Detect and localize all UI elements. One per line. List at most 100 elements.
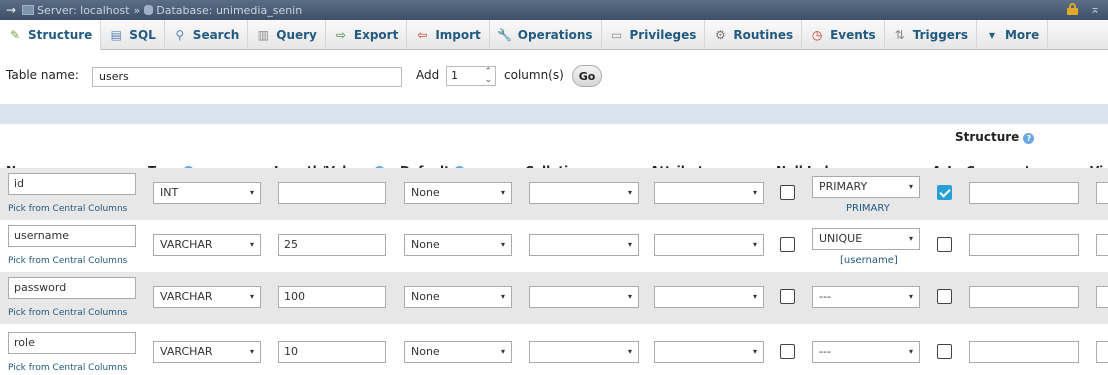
tab-sql[interactable]: ▤ SQL xyxy=(101,20,165,50)
type-select[interactable]: VARCHAR ▾ xyxy=(153,341,261,363)
auto-increment-checkbox[interactable] xyxy=(937,237,952,252)
arrow-icon[interactable]: → xyxy=(6,3,16,17)
lock-icon[interactable] xyxy=(1067,3,1078,15)
null-checkbox[interactable] xyxy=(780,289,795,304)
index-select[interactable]: UNIQUE ▾ xyxy=(812,228,920,250)
chevron-down-icon: ▾ xyxy=(501,292,506,301)
breadcrumb-server[interactable]: Server: localhost xyxy=(37,4,129,17)
chevron-down-icon: ▾ xyxy=(250,347,255,356)
length-input[interactable]: 10 xyxy=(278,341,386,363)
tab-search[interactable]: ⚲ Search xyxy=(165,20,249,50)
length-input[interactable]: 25 xyxy=(278,234,386,256)
tab-label: Structure xyxy=(28,28,93,42)
tab-label: Query xyxy=(276,28,317,42)
index-select[interactable]: PRIMARY ▾ xyxy=(812,176,920,198)
type-select[interactable]: VARCHAR ▾ xyxy=(153,234,261,256)
collation-select[interactable]: ▾ xyxy=(529,341,639,363)
chevron-down-icon: ▾ xyxy=(753,292,758,301)
chevron-down-icon: ▾ xyxy=(753,240,758,249)
tab-more[interactable]: ▾ More xyxy=(977,20,1049,50)
pick-central-columns-link[interactable]: Pick from Central Columns xyxy=(8,256,127,266)
breadcrumb-database[interactable]: Database: unimedia_senin xyxy=(156,4,302,17)
index-select[interactable]: --- ▾ xyxy=(812,286,920,308)
tab-label: Operations xyxy=(517,28,593,42)
table-name-row: Table name: users Add 1 ⌃ ⌄ column(s) Go xyxy=(0,60,1108,94)
auto-increment-checkbox[interactable] xyxy=(937,185,952,200)
index-select[interactable]: --- ▾ xyxy=(812,341,920,363)
tab-operations[interactable]: 🔧 Operations xyxy=(490,20,602,50)
type-value: INT xyxy=(160,186,179,199)
index-value: UNIQUE xyxy=(819,232,863,245)
attributes-select[interactable]: ▾ xyxy=(654,182,764,204)
collation-select[interactable]: ▾ xyxy=(529,182,639,204)
attributes-select[interactable]: ▾ xyxy=(654,341,764,363)
auto-increment-checkbox[interactable] xyxy=(937,344,952,359)
attributes-select[interactable]: ▾ xyxy=(654,286,764,308)
pick-central-columns-link[interactable]: Pick from Central Columns xyxy=(8,363,127,373)
virtuality-select[interactable] xyxy=(1096,234,1108,256)
tab-import[interactable]: ⇦ Import xyxy=(407,20,490,50)
default-value: None xyxy=(411,290,440,303)
null-checkbox[interactable] xyxy=(780,185,795,200)
server-icon xyxy=(22,5,35,15)
tab-events[interactable]: ◷ Events xyxy=(802,20,885,50)
comments-input[interactable] xyxy=(969,234,1079,256)
events-icon: ◷ xyxy=(811,28,823,42)
length-input[interactable] xyxy=(278,182,386,204)
attributes-select[interactable]: ▾ xyxy=(654,234,764,256)
tab-triggers[interactable]: ⇅ Triggers xyxy=(885,20,977,50)
pick-central-columns-link[interactable]: Pick from Central Columns xyxy=(8,308,127,318)
tab-structure[interactable]: ✎ Structure xyxy=(0,20,102,50)
virtuality-select[interactable] xyxy=(1096,286,1108,308)
go-button[interactable]: Go xyxy=(572,65,602,87)
add-columns-input[interactable]: 1 ⌃ ⌄ xyxy=(446,66,496,86)
tab-label: Routines xyxy=(733,28,794,42)
length-input[interactable]: 100 xyxy=(278,286,386,308)
type-select[interactable]: VARCHAR ▾ xyxy=(153,286,261,308)
tab-query[interactable]: ▥ Query xyxy=(248,20,326,50)
default-select[interactable]: None ▾ xyxy=(404,286,512,308)
tab-export[interactable]: ⇨ Export xyxy=(326,20,408,50)
auto-increment-checkbox[interactable] xyxy=(937,289,952,304)
tab-label: Search xyxy=(192,28,240,42)
default-select[interactable]: None ▾ xyxy=(404,182,512,204)
help-icon[interactable]: ? xyxy=(1023,133,1035,144)
tab-label: Export xyxy=(353,28,399,42)
spinner-icon[interactable]: ⌃ ⌄ xyxy=(484,68,492,85)
index-value: --- xyxy=(819,345,831,358)
tab-bar: ✎ Structure ▤ SQL ⚲ Search ▥ Query ⇨ Export ⇦… xyxy=(0,20,1108,50)
null-checkbox[interactable] xyxy=(780,344,795,359)
structure-band xyxy=(0,104,1108,124)
sql-icon: ▤ xyxy=(110,28,122,42)
column-name-input[interactable]: password xyxy=(8,277,136,299)
comments-input[interactable] xyxy=(969,182,1079,204)
chevron-down-icon: ▾ xyxy=(501,240,506,249)
index-sublabel: [username] xyxy=(840,255,898,266)
chevron-down-icon: ▾ xyxy=(988,28,995,42)
default-value: None xyxy=(411,238,440,251)
query-icon: ▥ xyxy=(257,28,269,42)
type-value: VARCHAR xyxy=(160,345,213,358)
pick-central-columns-link[interactable]: Pick from Central Columns xyxy=(8,204,127,214)
collation-select[interactable]: ▾ xyxy=(529,286,639,308)
table-name-input[interactable]: users xyxy=(92,67,402,87)
column-name-input[interactable]: username xyxy=(8,225,136,247)
default-select[interactable]: None ▾ xyxy=(404,341,512,363)
virtuality-select[interactable] xyxy=(1096,341,1108,363)
default-select[interactable]: None ▾ xyxy=(404,234,512,256)
default-value: None xyxy=(411,345,440,358)
type-select[interactable]: INT ▾ xyxy=(153,182,261,204)
chevron-down-icon: ▾ xyxy=(628,347,633,356)
collation-select[interactable]: ▾ xyxy=(529,234,639,256)
tab-routines[interactable]: ⚙ Routines xyxy=(705,20,803,50)
tab-label: Privileges xyxy=(629,28,697,42)
null-checkbox[interactable] xyxy=(780,237,795,252)
collapse-icon[interactable]: ⌅ xyxy=(1090,2,1100,16)
comments-input[interactable] xyxy=(969,286,1079,308)
tab-privileges[interactable]: ▭ Privileges xyxy=(602,20,706,50)
column-name-input[interactable]: role xyxy=(8,332,136,354)
virtuality-select[interactable] xyxy=(1096,182,1108,204)
chevron-down-icon: ▾ xyxy=(909,234,914,243)
column-name-input[interactable]: id xyxy=(8,173,136,195)
comments-input[interactable] xyxy=(969,341,1079,363)
